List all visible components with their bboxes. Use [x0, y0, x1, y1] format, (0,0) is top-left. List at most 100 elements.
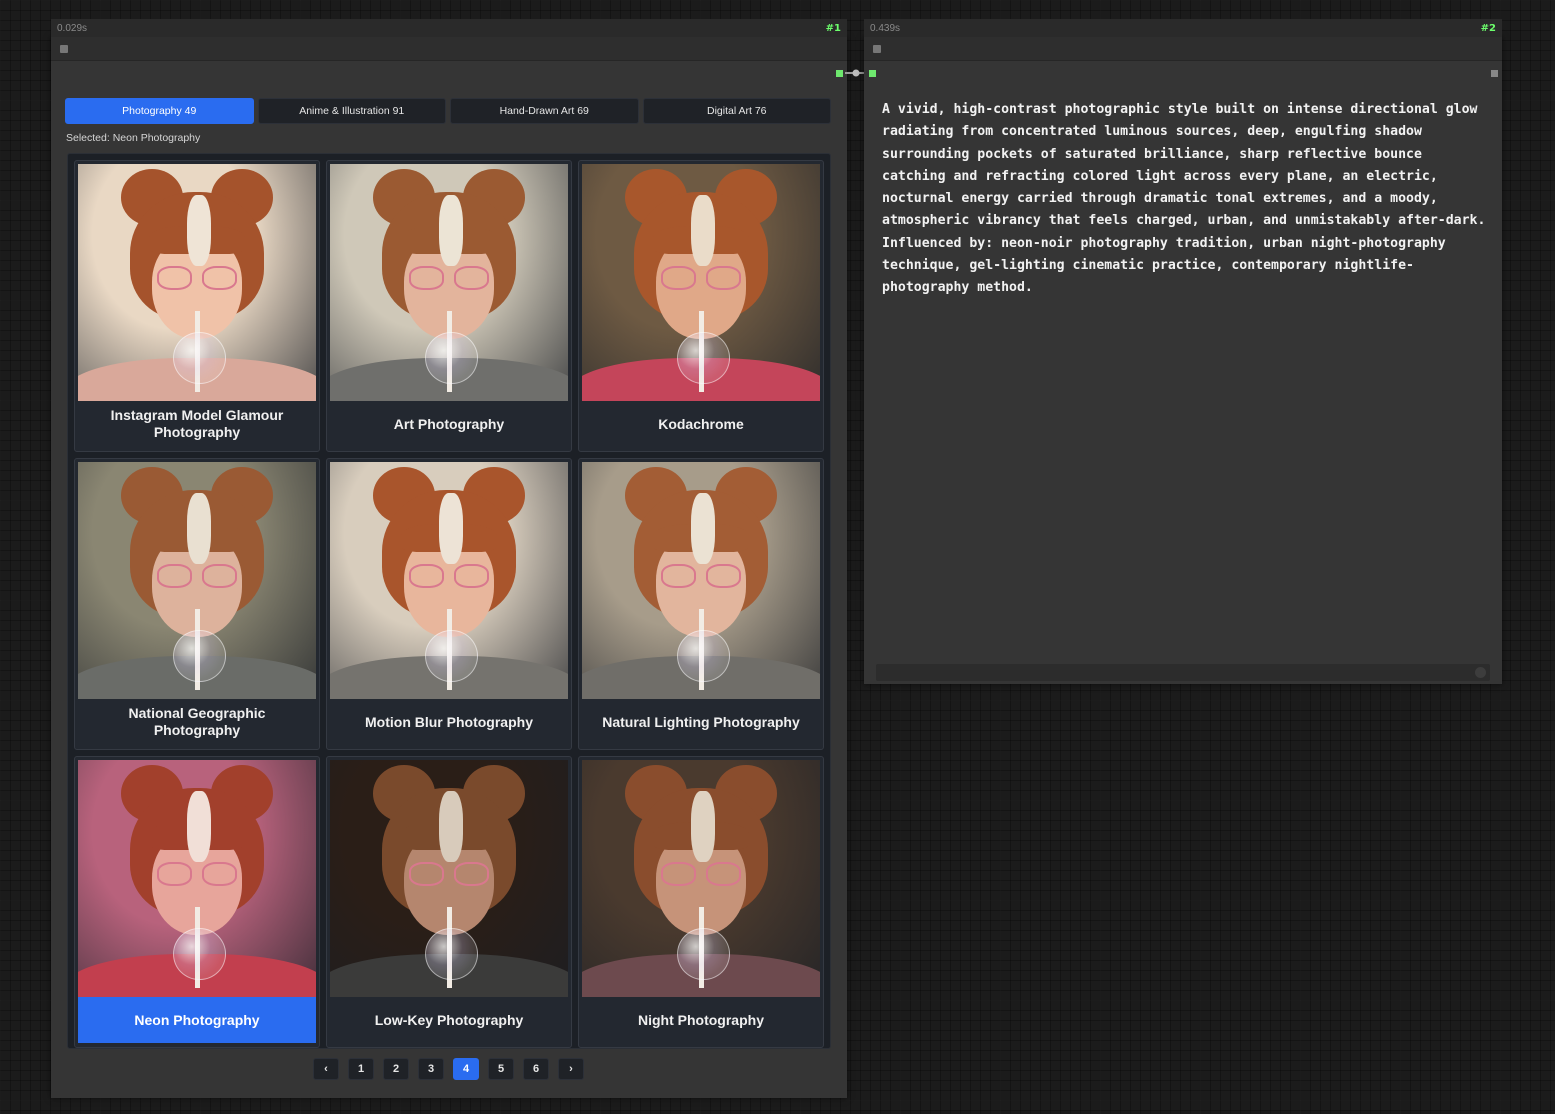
glasses-left [156, 563, 193, 588]
style-card[interactable]: National Geographic Photography [74, 458, 320, 750]
glasses-right [201, 861, 238, 886]
bubble [425, 630, 478, 683]
style-card[interactable]: Night Photography [578, 756, 824, 1048]
hair-streak [439, 790, 464, 862]
glasses-left [408, 265, 445, 290]
style-card-label: Kodachrome [658, 415, 744, 432]
hair-streak [439, 492, 464, 564]
collapse-toggle-icon[interactable] [873, 45, 881, 53]
hair-streak [691, 790, 716, 862]
bubble [677, 928, 730, 981]
page-button-2[interactable]: 2 [383, 1058, 409, 1080]
style-card[interactable]: Kodachrome [578, 160, 824, 452]
portrait-illustration [78, 760, 316, 997]
page-button-6[interactable]: 6 [523, 1058, 549, 1080]
link-midpoint-icon[interactable] [852, 69, 860, 77]
page-button-1[interactable]: 1 [348, 1058, 374, 1080]
style-card-label: National Geographic Photography [128, 705, 266, 738]
bubble [173, 928, 226, 981]
prev-page-button[interactable]: ‹ [313, 1058, 339, 1080]
text-preview-node: 0.439s #2 A vivid, high-contrast photogr… [864, 19, 1502, 684]
portrait-illustration [582, 462, 820, 699]
bubble [677, 332, 730, 385]
style-card-label: Instagram Model Glamour Photography [110, 407, 284, 440]
hair-streak [439, 194, 464, 266]
style-description-text[interactable]: A vivid, high-contrast photographic styl… [882, 99, 1488, 300]
selected-style-label: Selected: Neon Photography [66, 132, 201, 144]
portrait-illustration [330, 462, 568, 699]
glasses-right [201, 563, 238, 588]
style-card-label: Night Photography [638, 1011, 764, 1028]
next-page-button[interactable]: › [558, 1058, 584, 1080]
style-preview-image [582, 760, 820, 997]
glasses-left [156, 265, 193, 290]
portrait-illustration [78, 164, 316, 401]
pagination: ‹ 1 2 3 4 5 6 › [313, 1058, 584, 1080]
glasses-left [660, 563, 697, 588]
page-button-5[interactable]: 5 [488, 1058, 514, 1080]
style-card-label: Art Photography [393, 415, 505, 432]
style-card[interactable]: Art Photography [326, 160, 572, 452]
style-card[interactable]: Natural Lighting Photography [578, 458, 824, 750]
node-status-bar: 0.439s #2 [864, 19, 1502, 37]
style-preview-image [330, 164, 568, 401]
style-grid: Instagram Model Glamour Photography Art … [67, 153, 831, 1049]
page-button-3[interactable]: 3 [418, 1058, 444, 1080]
style-selector-node: 0.029s #1 Photography 49 Anime & Illustr… [51, 19, 847, 1098]
input-slot-icon[interactable] [869, 70, 876, 77]
glasses-right [453, 265, 490, 290]
style-card[interactable]: Low-Key Photography [326, 756, 572, 1048]
bubble [173, 332, 226, 385]
node-header[interactable] [864, 37, 1502, 61]
glasses-right [453, 563, 490, 588]
portrait-illustration [78, 462, 316, 699]
glasses-left [156, 861, 193, 886]
style-card[interactable]: Instagram Model Glamour Photography [74, 160, 320, 452]
style-card-label: Low-Key Photography [374, 1011, 524, 1028]
bubble [425, 928, 478, 981]
glasses-right [705, 563, 742, 588]
style-preview-image [78, 760, 316, 997]
portrait-illustration [582, 760, 820, 997]
hair-streak [187, 194, 212, 266]
glasses-right [201, 265, 238, 290]
style-card-label: Natural Lighting Photography [602, 713, 800, 730]
collapse-toggle-icon[interactable] [60, 45, 68, 53]
style-preview-image [78, 462, 316, 699]
output-slot-icon[interactable] [1491, 70, 1498, 77]
output-slot-icon[interactable] [836, 70, 843, 77]
glasses-right [705, 861, 742, 886]
hair-streak [691, 194, 716, 266]
style-preview-image [78, 164, 316, 401]
glasses-right [453, 861, 490, 886]
glasses-left [408, 563, 445, 588]
style-card[interactable]: Motion Blur Photography [326, 458, 572, 750]
hair-streak [187, 492, 212, 564]
tab-photography[interactable]: Photography 49 [65, 98, 254, 124]
node-header[interactable] [51, 37, 847, 61]
hair-streak [691, 492, 716, 564]
execution-time: 0.029s [57, 22, 88, 34]
style-card-label: Motion Blur Photography [365, 713, 533, 730]
hair-streak [187, 790, 212, 862]
category-tabs: Photography 49 Anime & Illustration 91 H… [65, 98, 831, 124]
glasses-left [408, 861, 445, 886]
style-preview-image [582, 164, 820, 401]
tab-hand-drawn-art[interactable]: Hand-Drawn Art 69 [450, 98, 639, 124]
style-card[interactable]: Neon Photography [74, 756, 320, 1048]
bubble [677, 630, 730, 683]
tab-digital-art[interactable]: Digital Art 76 [642, 98, 831, 124]
bubble [425, 332, 478, 385]
tab-anime-illustration[interactable]: Anime & Illustration 91 [257, 98, 446, 124]
style-preview-image [330, 760, 568, 997]
node-status-bar: 0.029s #1 [51, 19, 847, 37]
bubble [173, 630, 226, 683]
portrait-illustration [582, 164, 820, 401]
node-id-badge: #1 [825, 22, 841, 34]
style-preview-image [330, 462, 568, 699]
horizontal-scrollbar[interactable] [876, 664, 1490, 681]
style-card-label: Neon Photography [78, 997, 316, 1043]
glasses-right [705, 265, 742, 290]
resize-handle-icon[interactable] [1475, 667, 1486, 678]
page-button-4[interactable]: 4 [453, 1058, 479, 1080]
